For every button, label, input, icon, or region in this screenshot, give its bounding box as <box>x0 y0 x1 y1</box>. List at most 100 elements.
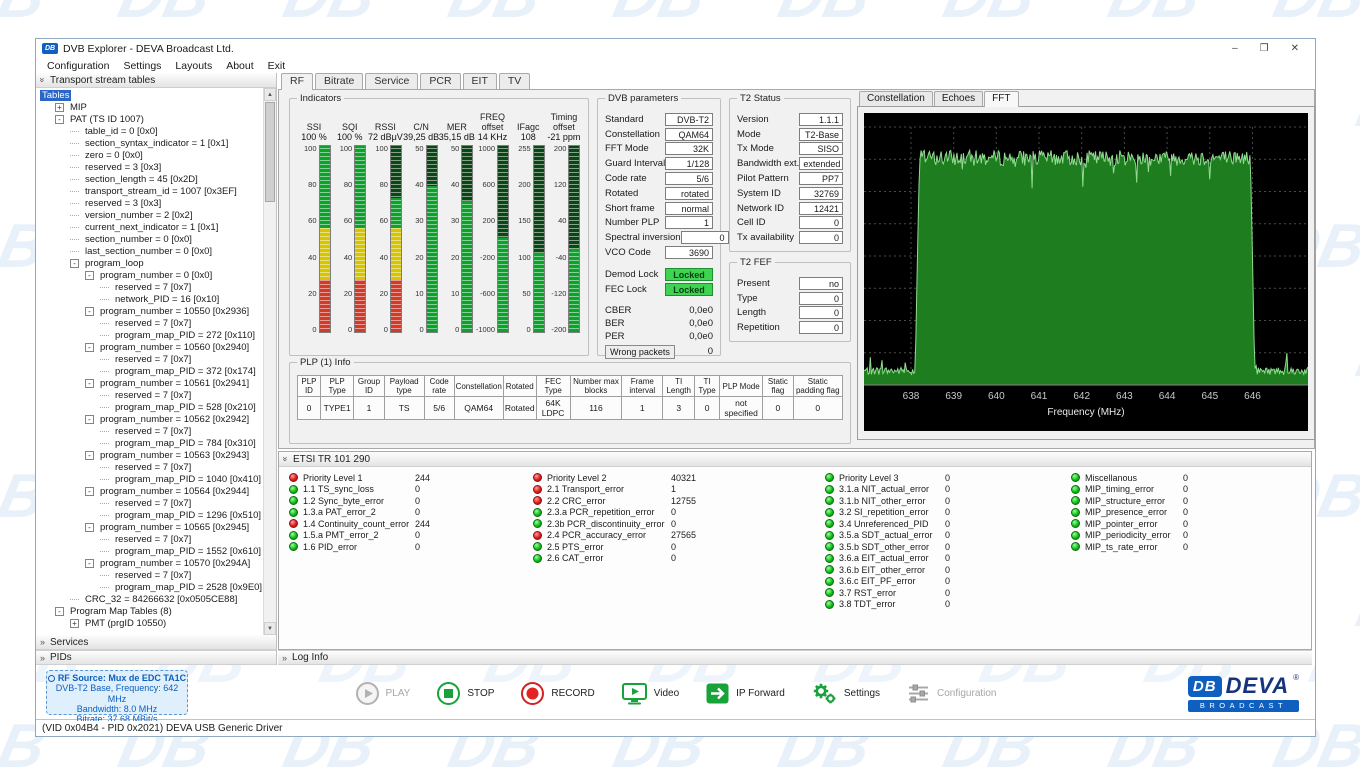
menu-item-settings[interactable]: Settings <box>116 60 168 72</box>
section-header-services[interactable]: »Services <box>36 635 276 650</box>
collapse-icon[interactable]: - <box>85 271 94 280</box>
tab-service[interactable]: Service <box>365 73 418 89</box>
tree-connector <box>100 575 109 576</box>
tree-item[interactable]: reserved = 3 [0x3] <box>36 197 263 209</box>
tree-item[interactable]: zero = 0 [0x0] <box>36 149 263 161</box>
etsi-value: 0 <box>945 553 950 563</box>
tree-item[interactable]: program_map_PID = 784 [0x310] <box>36 437 263 449</box>
tree-item[interactable]: program_map_PID = 528 [0x210] <box>36 401 263 413</box>
window-title: DVB Explorer - DEVA Broadcast Ltd. <box>63 43 234 55</box>
tree-item[interactable]: program_map_PID = 1296 [0x510] <box>36 509 263 521</box>
configuration-button[interactable]: Configuration <box>906 681 996 706</box>
collapse-icon[interactable]: - <box>85 487 94 496</box>
tree-item[interactable]: reserved = 7 [0x7] <box>36 461 263 473</box>
transport-stream-tables-header[interactable]: » Transport stream tables <box>36 73 276 88</box>
tab-rf[interactable]: RF <box>281 73 313 90</box>
tree-item[interactable]: -program_number = 10561 [0x2941] <box>36 377 263 389</box>
param-label: Number PLP <box>605 217 659 228</box>
tree-item[interactable]: reserved = 3 [0x3] <box>36 161 263 173</box>
tree-item[interactable]: -program_number = 10560 [0x2940] <box>36 341 263 353</box>
tab-echoes[interactable]: Echoes <box>934 91 983 106</box>
menu-item-exit[interactable]: Exit <box>261 60 293 72</box>
collapse-icon[interactable]: - <box>85 343 94 352</box>
tree-item[interactable]: -program_number = 0 [0x0] <box>36 269 263 281</box>
play-button[interactable]: PLAY <box>355 681 411 706</box>
tree-item[interactable]: section_syntax_indicator = 1 [0x1] <box>36 137 263 149</box>
gauge-tick: 40 <box>308 254 316 261</box>
collapse-icon[interactable]: - <box>85 379 94 388</box>
tree-item[interactable]: reserved = 7 [0x7] <box>36 569 263 581</box>
tree-item[interactable]: current_next_indicator = 1 [0x1] <box>36 221 263 233</box>
tree-item[interactable]: reserved = 7 [0x7] <box>36 281 263 293</box>
stop-button[interactable]: STOP <box>436 681 494 706</box>
tree-item[interactable]: -PAT (TS ID 1007) <box>36 113 263 125</box>
collapse-icon[interactable]: - <box>85 307 94 316</box>
collapse-icon[interactable]: - <box>85 523 94 532</box>
tree-item[interactable]: -program_number = 10550 [0x2936] <box>36 305 263 317</box>
tree-connector <box>100 371 109 372</box>
expand-icon[interactable]: + <box>70 619 79 628</box>
tree-item[interactable]: CRC_32 = 84266632 [0x0505CE88] <box>36 593 263 605</box>
gauge-bar <box>426 145 438 333</box>
tab-eit[interactable]: EIT <box>463 73 497 89</box>
tree-item[interactable]: section_length = 45 [0x2D] <box>36 173 263 185</box>
tree-item[interactable]: program_map_PID = 1552 [0x610] <box>36 545 263 557</box>
tree-item[interactable]: reserved = 7 [0x7] <box>36 425 263 437</box>
etsi-header[interactable]: » ETSI TR 101 290 <box>279 452 1311 467</box>
scroll-up-icon[interactable]: ▲ <box>264 88 276 101</box>
settings-button[interactable]: Settings <box>811 681 880 706</box>
ip-forward-button[interactable]: IP Forward <box>705 681 785 706</box>
collapse-icon[interactable]: - <box>85 415 94 424</box>
expand-icon[interactable]: + <box>55 103 64 112</box>
tab-fft[interactable]: FFT <box>984 91 1018 107</box>
tree-item[interactable]: program_map_PID = 2528 [0x9E0] <box>36 581 263 593</box>
tree-item[interactable]: -program_loop <box>36 257 263 269</box>
scrollbar-thumb[interactable] <box>265 102 275 202</box>
tree-item[interactable]: -program_number = 10564 [0x2944] <box>36 485 263 497</box>
tree-item[interactable]: transport_stream_id = 1007 [0x3EF] <box>36 185 263 197</box>
tree-item[interactable]: version_number = 2 [0x2] <box>36 209 263 221</box>
menu-item-about[interactable]: About <box>219 60 260 72</box>
tree-item[interactable]: reserved = 7 [0x7] <box>36 497 263 509</box>
section-header-pids[interactable]: »PIDs <box>36 650 276 665</box>
tree-item[interactable]: +PMT (prgID 10550) <box>36 617 263 629</box>
tab-tv[interactable]: TV <box>499 73 530 89</box>
menu-item-configuration[interactable]: Configuration <box>40 60 116 72</box>
tree-scrollbar[interactable]: ▲ ▼ <box>263 88 276 635</box>
collapse-icon[interactable]: - <box>85 559 94 568</box>
collapse-icon[interactable]: - <box>70 259 79 268</box>
tree-item-label: network_PID = 16 [0x10] <box>113 294 221 305</box>
tree-item[interactable]: program_map_PID = 372 [0x174] <box>36 365 263 377</box>
tree-item[interactable]: reserved = 7 [0x7] <box>36 389 263 401</box>
tree-item[interactable]: reserved = 7 [0x7] <box>36 353 263 365</box>
tree-item[interactable]: last_section_number = 0 [0x0] <box>36 245 263 257</box>
collapse-icon[interactable]: - <box>85 451 94 460</box>
tree-item[interactable]: reserved = 7 [0x7] <box>36 317 263 329</box>
video-button[interactable]: Video <box>621 681 679 706</box>
minimize-icon[interactable]: – <box>1232 43 1238 54</box>
tree-item[interactable]: program_map_PID = 1040 [0x410] <box>36 473 263 485</box>
tree-item[interactable]: Tables <box>36 89 263 101</box>
tree-item[interactable]: table_id = 0 [0x0] <box>36 125 263 137</box>
tab-bitrate[interactable]: Bitrate <box>315 73 363 89</box>
record-button[interactable]: RECORD <box>520 681 594 706</box>
menu-item-layouts[interactable]: Layouts <box>168 60 219 72</box>
tree-item[interactable]: -program_number = 10562 [0x2942] <box>36 413 263 425</box>
maximize-icon[interactable]: ❐ <box>1260 43 1269 54</box>
tree-item[interactable]: +MIP <box>36 101 263 113</box>
collapse-icon[interactable]: - <box>55 115 64 124</box>
tree-item[interactable]: -Program Map Tables (8) <box>36 605 263 617</box>
tree-item[interactable]: program_map_PID = 272 [0x110] <box>36 329 263 341</box>
tree-item[interactable]: -program_number = 10563 [0x2943] <box>36 449 263 461</box>
log-info-header[interactable]: » Log Info <box>278 650 1312 665</box>
tab-pcr[interactable]: PCR <box>420 73 460 89</box>
tree-item[interactable]: reserved = 7 [0x7] <box>36 533 263 545</box>
scroll-down-icon[interactable]: ▼ <box>264 622 276 635</box>
tree-item[interactable]: network_PID = 16 [0x10] <box>36 293 263 305</box>
tree-item[interactable]: -program_number = 10570 [0x294A] <box>36 557 263 569</box>
tree-item[interactable]: section_number = 0 [0x0] <box>36 233 263 245</box>
tree-item[interactable]: -program_number = 10565 [0x2945] <box>36 521 263 533</box>
tab-constellation[interactable]: Constellation <box>859 91 933 106</box>
collapse-icon[interactable]: - <box>55 607 64 616</box>
close-icon[interactable]: ✕ <box>1291 43 1299 54</box>
